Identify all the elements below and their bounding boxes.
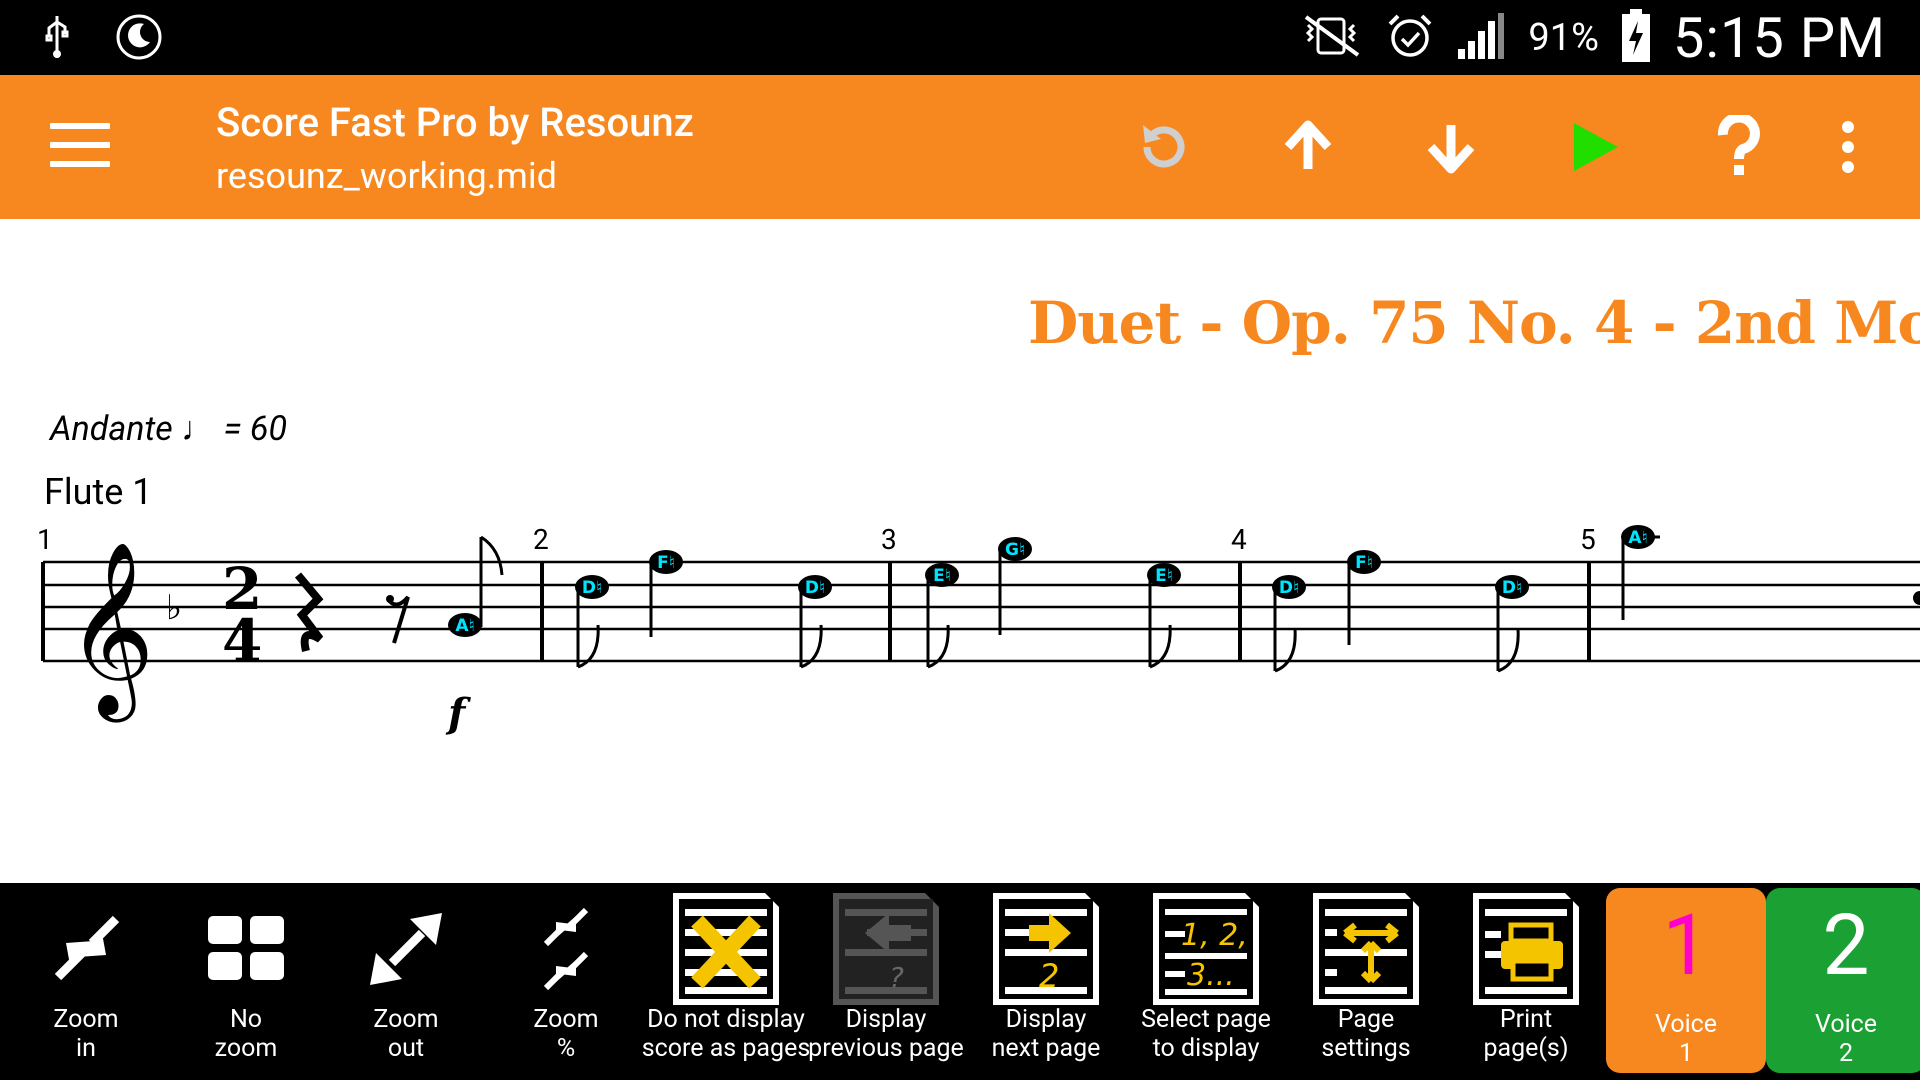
note-label: D♮ [1502, 578, 1522, 598]
voice-label: Voice [1654, 1010, 1718, 1039]
printer-icon [1446, 891, 1606, 1007]
voice-label: Voice [1814, 1010, 1878, 1039]
tool-label: next page [991, 1034, 1101, 1063]
app-bar: Score Fast Pro by Resounz resounz_workin… [0, 75, 1920, 219]
zoom-percent-button[interactable]: Zoom% [486, 883, 646, 1080]
voice-label: 1 [1678, 1039, 1694, 1068]
play-icon[interactable] [1558, 111, 1630, 183]
note-label: G♮ [1005, 540, 1025, 560]
voice-number: 2 [1822, 896, 1870, 995]
note-label: D♮ [582, 578, 602, 598]
svg-text:3...: 3... [1187, 958, 1235, 993]
tool-label: Zoom [53, 1005, 119, 1034]
note-label: F♮ [657, 553, 675, 573]
app-title: Score Fast Pro by Resounz [216, 99, 694, 146]
print-button[interactable]: Print page(s) [1446, 883, 1606, 1080]
note-label: E♮ [933, 566, 951, 586]
tool-label: Zoom [373, 1005, 439, 1034]
tool-label: No [229, 1005, 263, 1034]
svg-text:2: 2 [1039, 957, 1059, 995]
arrow-up-icon[interactable] [1272, 111, 1344, 183]
zoom-percent-icon [486, 891, 646, 1007]
note-label: F♮ [1355, 553, 1373, 573]
arrow-down-icon[interactable] [1415, 111, 1487, 183]
tool-label: Zoom [533, 1005, 599, 1034]
file-name: resounz_working.mid [216, 155, 557, 197]
tool-label: Display [845, 1005, 927, 1034]
previous-page-icon: ? [806, 891, 966, 1007]
eighth-rest [386, 595, 410, 644]
tool-label: % [556, 1034, 576, 1063]
score-view[interactable]: Duet - Op. 75 No. 4 - 2nd Mov. - Theme A… [0, 219, 1920, 883]
zoom-out-button[interactable]: Zoom out [326, 883, 486, 1080]
help-icon[interactable] [1703, 111, 1775, 183]
staff: 𝄞 ♭ 2 4 A♮ D♮ F♮ D♮ E♮ G♮ E♮ D♮ F♮ D♮ A♮… [41, 525, 1920, 737]
note-label: A♮ [1628, 528, 1647, 548]
treble-clef: 𝄞 [66, 541, 155, 723]
zoom-out-icon [326, 891, 486, 1007]
grid-icon [166, 891, 326, 1007]
tool-label: out [387, 1034, 425, 1063]
select-page-button[interactable]: 1, 2, 3... Select page to display [1126, 883, 1286, 1080]
note-label: E♮ [1155, 566, 1173, 586]
alarm-icon [1386, 12, 1434, 64]
bottom-toolbar: Zoom in No zoom Zoom out Zoom% Do not displ… [0, 883, 1920, 1080]
flat-sign: ♭ [166, 588, 182, 628]
tool-label: Select page [1141, 1005, 1271, 1034]
zoom-in-icon [6, 891, 166, 1007]
voice-2-button[interactable]: 2 Voice 2 [1766, 888, 1920, 1073]
previous-page-button[interactable]: ? Display previous page [806, 883, 966, 1080]
tool-label: settings [1321, 1034, 1411, 1063]
select-page-icon: 1, 2, 3... [1126, 891, 1286, 1007]
note-label: A♮ [455, 616, 474, 636]
svg-text:?: ? [889, 961, 904, 994]
tool-label: previous page [808, 1034, 964, 1063]
voice-number: 1 [1662, 896, 1710, 995]
note-label: D♮ [805, 578, 825, 598]
no-pages-icon [646, 891, 806, 1007]
tool-label: Page [1337, 1005, 1395, 1034]
note-label: D♮ [1279, 578, 1299, 598]
battery-percent: 91% [1528, 16, 1599, 60]
svg-text:1, 2,: 1, 2, [1181, 918, 1248, 953]
dynamic-marking: f [445, 690, 471, 737]
tool-label: in [76, 1034, 96, 1063]
status-bar: 91% 5:15 PM [0, 0, 1920, 75]
page-settings-button[interactable]: Page settings [1286, 883, 1446, 1080]
tool-label: Display [1005, 1005, 1087, 1034]
battery-charging-icon [1621, 9, 1651, 67]
signal-icon [1456, 11, 1506, 65]
tool-label: Do not display [647, 1005, 805, 1034]
next-page-button[interactable]: 2 Display next page [966, 883, 1126, 1080]
quarter-rest [294, 572, 324, 652]
more-options-icon[interactable] [1812, 111, 1884, 183]
page-settings-icon [1286, 891, 1446, 1007]
usb-icon [40, 14, 74, 64]
time-sig-bottom: 4 [222, 607, 262, 675]
zoom-in-button[interactable]: Zoom in [6, 883, 166, 1080]
voice-label: 2 [1838, 1039, 1854, 1068]
tool-label: zoom [214, 1034, 278, 1063]
tool-label: page(s) [1483, 1034, 1569, 1063]
tool-label: to display [1152, 1034, 1260, 1063]
do-not-display-pages-button[interactable]: Do not display score as pages [642, 883, 810, 1080]
clock: 5:15 PM [1672, 5, 1886, 71]
tool-label: Print [1499, 1005, 1553, 1034]
next-page-icon: 2 [966, 891, 1126, 1007]
vibrate-mute-icon [1298, 13, 1364, 63]
menu-icon[interactable] [50, 123, 110, 171]
do-not-disturb-icon [114, 12, 164, 66]
undo-icon[interactable] [1127, 111, 1199, 183]
no-zoom-button[interactable]: No zoom [166, 883, 326, 1080]
voice-1-button[interactable]: 1 Voice 1 [1606, 888, 1766, 1073]
tool-label: score as pages [641, 1034, 811, 1063]
